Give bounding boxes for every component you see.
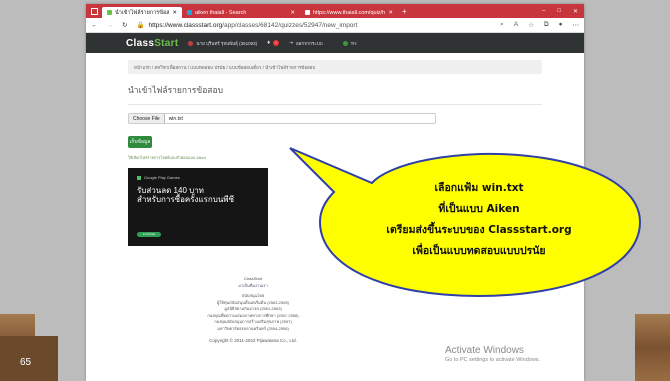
callout-line: เลือกแฟ้ม win.txt (434, 182, 524, 194)
logout-link[interactable]: ออกจากระบบ (296, 40, 323, 47)
notification-badge: 0 (273, 40, 280, 46)
refresh-icon[interactable]: ↻ (122, 21, 127, 29)
user-avatar (188, 40, 194, 46)
favorite-icon[interactable]: ☆ (528, 21, 534, 29)
minimize-button[interactable]: – (542, 8, 545, 15)
language-flag-icon (342, 40, 348, 46)
page-favicon-icon (305, 10, 310, 15)
close-tab-icon[interactable]: ✕ (388, 10, 393, 16)
new-tab-icon[interactable]: + (402, 7, 407, 16)
callout-line: เตรียมส่งขึ้นระบบของ Classstart.org (386, 224, 572, 236)
ad-headline: รับส่วนลด 140 บาท สำหรับการซื้อครั้งแรกบน… (137, 186, 234, 204)
format-hint: ให้เลือกไฟล์รายการโจทย์และคำตอบแบบ Aiken (128, 156, 206, 160)
url-domain: https://www.classstart.org (148, 21, 223, 29)
user-name[interactable]: นาย บุรินทร์ รุจนพันธุ์ (351093) (196, 40, 257, 47)
join-team-link[interactable]: มาเป็นทีมงานเรา (178, 283, 328, 290)
wood-frame-right (635, 314, 670, 381)
logout-icon: ⇥ (289, 40, 293, 45)
breadcrumb[interactable]: หน้าแรก / สหวิชาเพื่อสถาน / แบบทดสอบ ปรน… (128, 60, 542, 74)
ad-download-button[interactable]: ดาวน์โหลด (137, 232, 161, 237)
lock-icon: 🔒 (136, 22, 145, 29)
copyright: Copyright © 2011-2022 Pijawatana Co., Lt… (209, 338, 297, 343)
address-bar-row: ← → ↻ 🔒 https://www.classstart.org/app/c… (86, 18, 584, 33)
selected-file-name: win.txt (168, 115, 183, 122)
url-path: /app/classes/68142/quizzes/52947/new_imp… (222, 21, 358, 29)
close-tab-icon[interactable]: ✕ (290, 10, 295, 16)
callout-line: ที่เป็นแบบ Aiken (438, 203, 520, 215)
activate-subtitle: Go to PC settings to activate Windows. (445, 357, 541, 363)
tab-bing-search[interactable]: aiken thaiall - Search ✕ (182, 7, 300, 18)
choose-file-button[interactable]: Choose File (129, 114, 165, 123)
maximize-button[interactable]: □ (557, 8, 561, 15)
tab-label: นำเข้าไฟล์รายการข้อสอบ - ClassSta (115, 9, 170, 16)
windows-activation-watermark: Activate Windows Go to PC settings to ac… (445, 345, 540, 363)
sponsor-item: มหาวิทยาลัยสงขลานครินทร์ (2554-2558) (217, 325, 289, 331)
classstart-logo[interactable]: ClassStart (126, 38, 178, 49)
activate-title: Activate Windows (445, 345, 524, 356)
ad-brand: Google Play Games (144, 175, 180, 180)
collections-icon[interactable]: ⧉ (544, 21, 549, 29)
tab-thaiall[interactable]: https://www.thaiall.com/quiz/ht ✕ (300, 7, 398, 18)
read-aloud-icon[interactable]: A (514, 21, 518, 29)
classstart-favicon-icon (107, 10, 112, 15)
tab-label: aiken thaiall - Search (195, 9, 247, 16)
page-footer: ClassStart มาเป็นทีมงานเรา สนับสนุนโดย ผ… (178, 276, 328, 345)
more-menu-icon[interactable]: ⋯ (573, 21, 580, 29)
forward-icon[interactable]: → (107, 22, 114, 29)
page-title: นำเข้าไฟล์รายการข้อสอบ (128, 83, 542, 105)
tab-classstart[interactable]: นำเข้าไฟล์รายการข้อสอบ - ClassSta ✕ (102, 7, 182, 18)
callout-line: เพื่อเป็นแบบทดสอบแบบปรนัย (412, 245, 546, 257)
slide-number: 65 (20, 357, 32, 368)
bell-icon[interactable]: ♦ (267, 40, 270, 46)
language-selector[interactable]: TH (351, 41, 357, 46)
file-input[interactable]: Choose File win.txt (128, 113, 436, 124)
classstart-header: ClassStart นาย บุรินทร์ รุจนพันธุ์ (3510… (86, 33, 584, 53)
advertisement[interactable]: Google Play Games รับส่วนลด 140 บาท สำหรั… (128, 168, 268, 246)
back-icon[interactable]: ← (91, 22, 98, 29)
save-button[interactable]: เก็บข้อมูล (128, 136, 152, 148)
google-play-icon (137, 175, 141, 180)
callout-text: เลือกแฟ้ม win.txt ที่เป็นแบบ Aiken เตรีย… (324, 178, 634, 262)
close-tab-icon[interactable]: ✕ (172, 10, 177, 16)
close-window-button[interactable]: ✕ (573, 8, 578, 15)
tab-label: https://www.thaiall.com/quiz/ht (313, 9, 386, 16)
tab-bar: นำเข้าไฟล์รายการข้อสอบ - ClassSta ✕ aike… (86, 4, 584, 18)
window-menu-icon[interactable] (91, 7, 98, 15)
bing-favicon-icon (187, 10, 192, 15)
profile-icon[interactable]: ● (559, 21, 563, 29)
zoom-icon[interactable]: ⌕ (500, 21, 504, 29)
url-field[interactable]: 🔒 https://www.classstart.org/app/classes… (136, 21, 491, 30)
